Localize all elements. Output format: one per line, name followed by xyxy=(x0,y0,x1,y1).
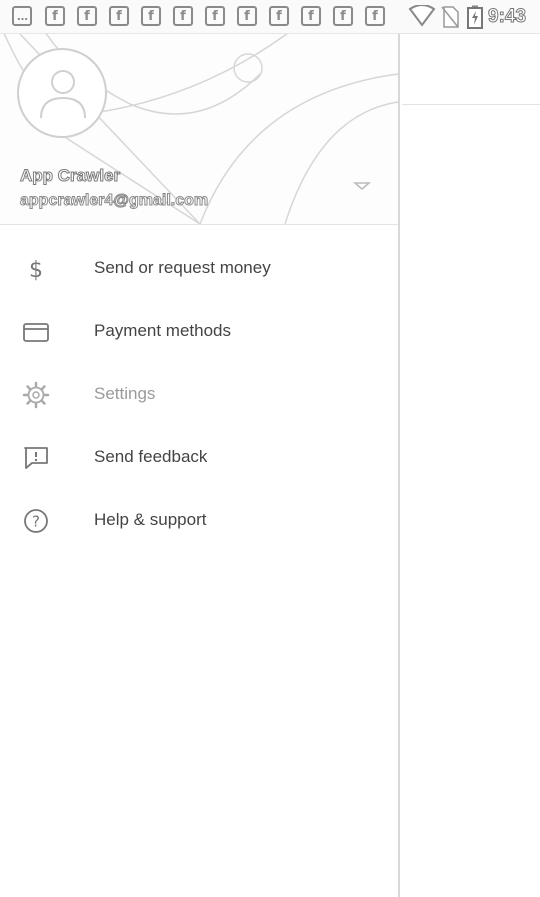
menu-item-send-feedback[interactable]: Send feedback xyxy=(0,425,398,488)
avatar[interactable] xyxy=(17,48,107,138)
app-toolbar xyxy=(402,34,540,105)
facebook-notification-icon: f xyxy=(109,6,129,26)
menu-item-send-request-money[interactable]: $ Send or request money xyxy=(0,236,398,299)
help-icon: ? xyxy=(22,507,50,535)
facebook-notification-icon: f xyxy=(365,6,385,26)
menu-item-help-support[interactable]: ? Help & support xyxy=(0,488,398,551)
facebook-notification-icon: f xyxy=(269,6,289,26)
person-icon xyxy=(40,70,86,119)
account-email: appcrawler4@gmail.com xyxy=(19,192,209,210)
facebook-notification-icon: f xyxy=(173,6,193,26)
menu-item-settings[interactable]: Settings xyxy=(0,362,398,425)
menu-item-label: Send feedback xyxy=(94,447,208,466)
facebook-notification-icon: f xyxy=(333,6,353,26)
dollar-icon: $ xyxy=(22,255,50,283)
app-content-area[interactable] xyxy=(402,34,540,897)
menu-item-payment-methods[interactable]: Payment methods xyxy=(0,299,398,362)
feedback-icon xyxy=(22,444,50,472)
gear-icon xyxy=(22,381,50,409)
facebook-notification-icon: f xyxy=(77,6,97,26)
facebook-notification-icon: f xyxy=(237,6,257,26)
status-time: 9:43 xyxy=(487,6,527,28)
facebook-notification-icon: f xyxy=(141,6,161,26)
wifi-icon xyxy=(408,5,436,27)
menu-item-label: Help & support xyxy=(94,510,207,529)
svg-text:$: $ xyxy=(29,258,43,283)
chevron-down-icon[interactable] xyxy=(352,180,372,192)
card-icon xyxy=(22,318,50,346)
menu-item-label: Settings xyxy=(94,384,156,403)
status-bar: … f f f f f f f f f f f 9:43 xyxy=(0,0,540,34)
facebook-notification-icon: f xyxy=(45,6,65,26)
svg-text:?: ? xyxy=(32,513,40,531)
facebook-notification-icon: f xyxy=(205,6,225,26)
navigation-drawer: App Crawler appcrawler4@gmail.com $ Send… xyxy=(0,34,400,897)
no-sim-icon xyxy=(441,6,459,28)
drawer-header: App Crawler appcrawler4@gmail.com xyxy=(0,34,398,225)
facebook-notification-icon: f xyxy=(301,6,321,26)
account-name: App Crawler xyxy=(19,166,121,186)
drawer-menu: $ Send or request money Payment methods xyxy=(0,236,398,551)
menu-item-label: Payment methods xyxy=(94,321,232,340)
more-notifications-icon: … xyxy=(12,6,32,26)
menu-item-label: Send or request money xyxy=(94,258,271,277)
battery-charging-icon xyxy=(467,5,483,29)
